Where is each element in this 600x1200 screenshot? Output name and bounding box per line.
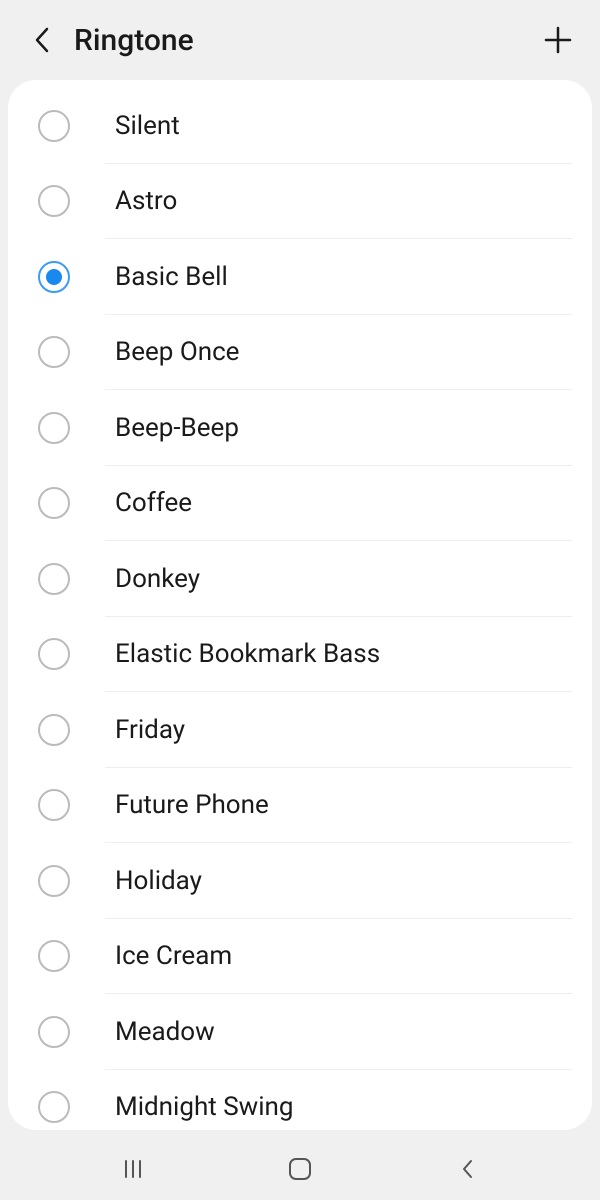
ringtone-item[interactable]: Astro bbox=[8, 164, 592, 240]
ringtone-label: Basic Bell bbox=[115, 262, 228, 292]
ringtone-item[interactable]: Ice Cream bbox=[8, 919, 592, 995]
radio-button[interactable] bbox=[38, 638, 70, 670]
chevron-left-icon bbox=[33, 26, 51, 54]
header: Ringtone bbox=[0, 0, 600, 80]
radio-button[interactable] bbox=[38, 110, 70, 142]
ringtone-item[interactable]: Coffee bbox=[8, 466, 592, 542]
ringtone-item[interactable]: Future Phone bbox=[8, 768, 592, 844]
radio-button[interactable] bbox=[38, 789, 70, 821]
radio-button[interactable] bbox=[38, 261, 70, 293]
ringtone-label: Ice Cream bbox=[115, 941, 232, 971]
radio-button[interactable] bbox=[38, 487, 70, 519]
ringtone-item[interactable]: Donkey bbox=[8, 541, 592, 617]
ringtone-item[interactable]: Basic Bell bbox=[8, 239, 592, 315]
radio-button[interactable] bbox=[38, 1091, 70, 1123]
recents-icon bbox=[121, 1157, 145, 1181]
ringtone-item[interactable]: Holiday bbox=[8, 843, 592, 919]
back-button[interactable] bbox=[22, 20, 62, 60]
radio-button[interactable] bbox=[38, 1016, 70, 1048]
ringtone-label: Beep-Beep bbox=[115, 413, 239, 443]
nav-back-button[interactable] bbox=[437, 1149, 497, 1189]
navigation-bar bbox=[0, 1138, 600, 1200]
radio-button[interactable] bbox=[38, 185, 70, 217]
home-icon bbox=[287, 1156, 313, 1182]
ringtone-label: Future Phone bbox=[115, 790, 269, 820]
radio-button[interactable] bbox=[38, 563, 70, 595]
ringtone-label: Donkey bbox=[115, 564, 200, 594]
radio-button[interactable] bbox=[38, 865, 70, 897]
ringtone-label: Beep Once bbox=[115, 337, 239, 367]
ringtone-item[interactable]: Beep-Beep bbox=[8, 390, 592, 466]
ringtone-item[interactable]: Elastic Bookmark Bass bbox=[8, 617, 592, 693]
ringtone-item[interactable]: Midnight Swing bbox=[8, 1070, 592, 1131]
ringtone-item[interactable]: Meadow bbox=[8, 994, 592, 1070]
ringtone-label: Astro bbox=[115, 186, 177, 216]
ringtone-item[interactable]: Silent bbox=[8, 88, 592, 164]
radio-button[interactable] bbox=[38, 336, 70, 368]
ringtone-label: Midnight Swing bbox=[115, 1092, 294, 1122]
ringtone-label: Elastic Bookmark Bass bbox=[115, 639, 380, 669]
ringtone-label: Meadow bbox=[115, 1017, 215, 1047]
radio-button[interactable] bbox=[38, 412, 70, 444]
plus-icon bbox=[543, 25, 573, 55]
ringtone-item[interactable]: Friday bbox=[8, 692, 592, 768]
ringtone-list: Silent Astro Basic Bell Beep Once Beep-Beep C… bbox=[8, 80, 592, 1130]
ringtone-item[interactable]: Beep Once bbox=[8, 315, 592, 391]
page-title: Ringtone bbox=[74, 23, 538, 58]
radio-button[interactable] bbox=[38, 940, 70, 972]
ringtone-label: Silent bbox=[115, 111, 180, 141]
ringtone-label: Coffee bbox=[115, 488, 192, 518]
home-button[interactable] bbox=[270, 1149, 330, 1189]
ringtone-label: Friday bbox=[115, 715, 185, 745]
recents-button[interactable] bbox=[103, 1149, 163, 1189]
ringtone-label: Holiday bbox=[115, 866, 202, 896]
radio-button[interactable] bbox=[38, 714, 70, 746]
add-button[interactable] bbox=[538, 20, 578, 60]
chevron-left-icon bbox=[460, 1158, 474, 1180]
